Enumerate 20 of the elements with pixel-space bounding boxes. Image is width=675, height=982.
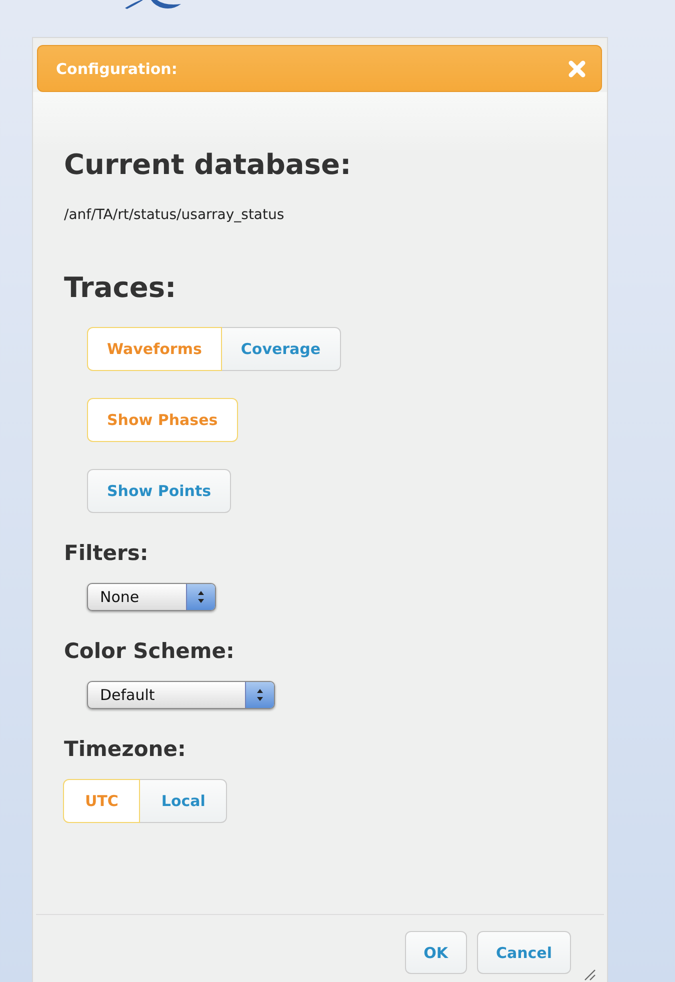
section-heading: Timezone: [64,736,187,761]
toggle-button[interactable]: Show Points [87,469,232,513]
segment-button[interactable]: Waveforms [87,327,222,371]
segment-button[interactable]: UTC [63,779,140,823]
database-path: /anf/TA/rt/status/usarray_status [64,207,286,223]
segment-button[interactable]: Local [140,779,228,823]
cancel-button[interactable]: Cancel [476,931,571,974]
dialog-title: Configuration: [56,60,178,78]
segment-button[interactable]: Coverage [222,327,341,371]
resize-grip-icon[interactable] [582,967,596,981]
ok-button[interactable]: OK [404,931,467,974]
section-heading: Color Scheme: [64,638,236,663]
color-scheme-select[interactable]: Default [87,681,275,709]
section-heading: Traces: [64,270,178,304]
section-heading: Filters: [64,540,150,565]
section-heading: Current database: [64,147,352,181]
filter-select[interactable]: None [87,583,216,611]
stepper-arrows-icon [186,584,215,610]
toggle-button[interactable]: Show Phases [87,398,238,442]
stepper-arrows-icon [245,682,274,708]
